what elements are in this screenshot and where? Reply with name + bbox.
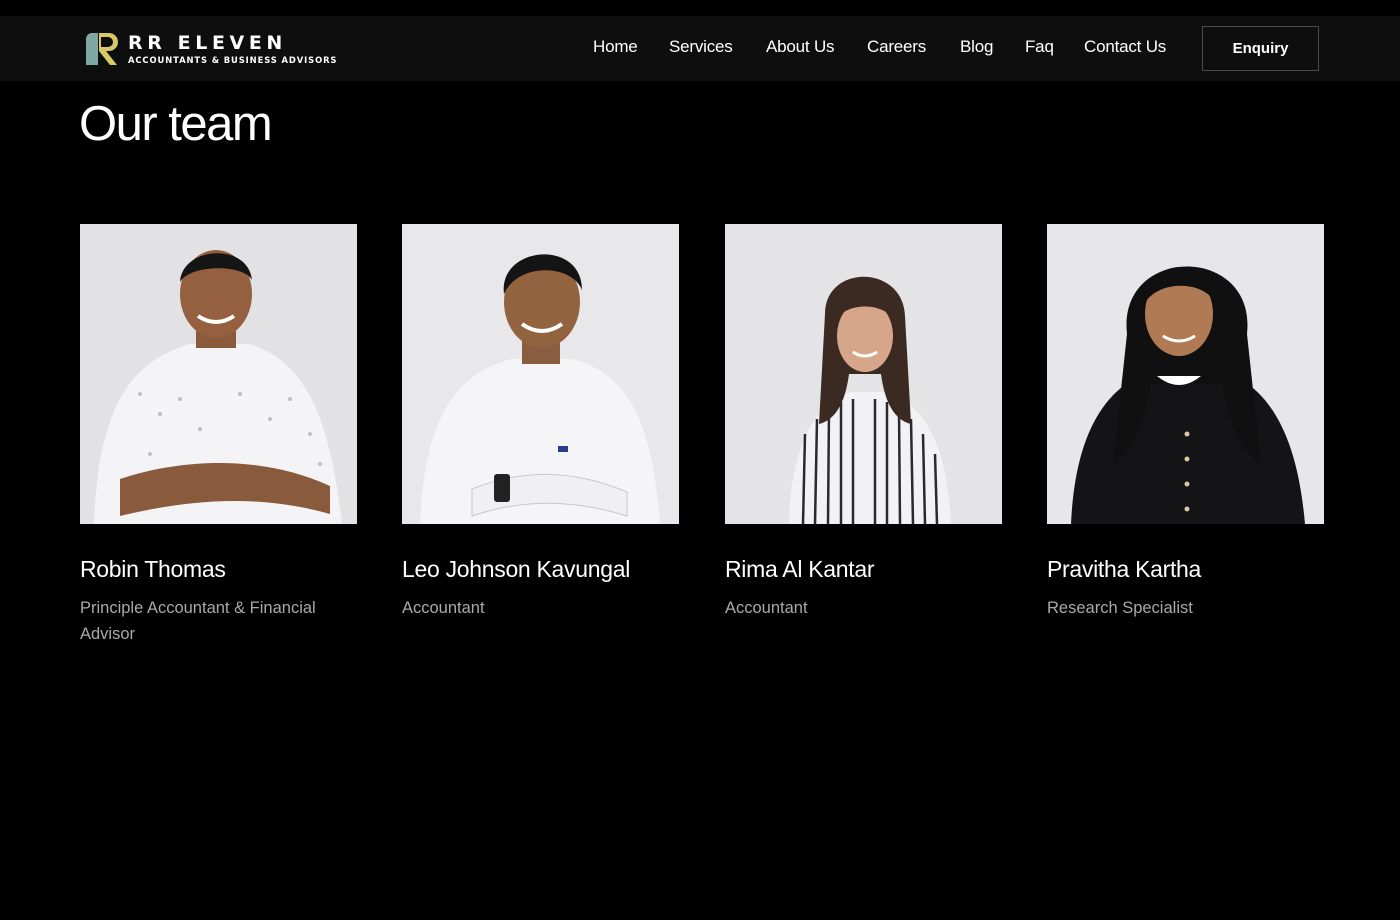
person-photo-icon (1047, 224, 1324, 524)
team-card: Rima Al Kantar Accountant (725, 224, 1002, 621)
member-role: Accountant (725, 599, 808, 617)
team-photo (402, 224, 679, 524)
member-role: Principle Accountant & Financial Advisor (80, 599, 316, 643)
nav-blog[interactable]: Blog (960, 37, 993, 57)
nav-contact-us[interactable]: Contact Us (1084, 37, 1166, 57)
member-role: Research Specialist (1047, 599, 1193, 617)
team-card: Robin Thomas Principle Accountant & Fina… (80, 224, 357, 647)
member-name: Robin Thomas (80, 556, 226, 582)
nav-home[interactable]: Home (593, 37, 638, 57)
site-header: RR ELEVEN ACCOUNTANTS & BUSINESS ADVISOR… (0, 16, 1400, 81)
team-card: Pravitha Kartha Research Specialist (1047, 224, 1324, 621)
page-title: Our team (79, 97, 273, 151)
team-photo (1047, 224, 1324, 524)
nav-about-us[interactable]: About Us (766, 37, 835, 57)
person-photo-icon (402, 224, 679, 524)
main-nav: Home Services About Us Careers Blog Faq … (0, 16, 1400, 81)
nav-faq[interactable]: Faq (1025, 37, 1054, 57)
team-photo (80, 224, 357, 524)
team-card: Leo Johnson Kavungal Accountant (402, 224, 679, 621)
member-role: Accountant (402, 599, 485, 617)
nav-careers[interactable]: Careers (867, 37, 926, 57)
top-strip (0, 0, 1400, 16)
nav-services[interactable]: Services (669, 37, 733, 57)
enquiry-button[interactable]: Enquiry (1202, 26, 1319, 71)
person-photo-icon (725, 224, 1002, 524)
team-photo (725, 224, 1002, 524)
member-name: Rima Al Kantar (725, 556, 875, 582)
person-photo-icon (80, 224, 357, 524)
member-name: Pravitha Kartha (1047, 556, 1202, 582)
member-name: Leo Johnson Kavungal (402, 556, 631, 582)
